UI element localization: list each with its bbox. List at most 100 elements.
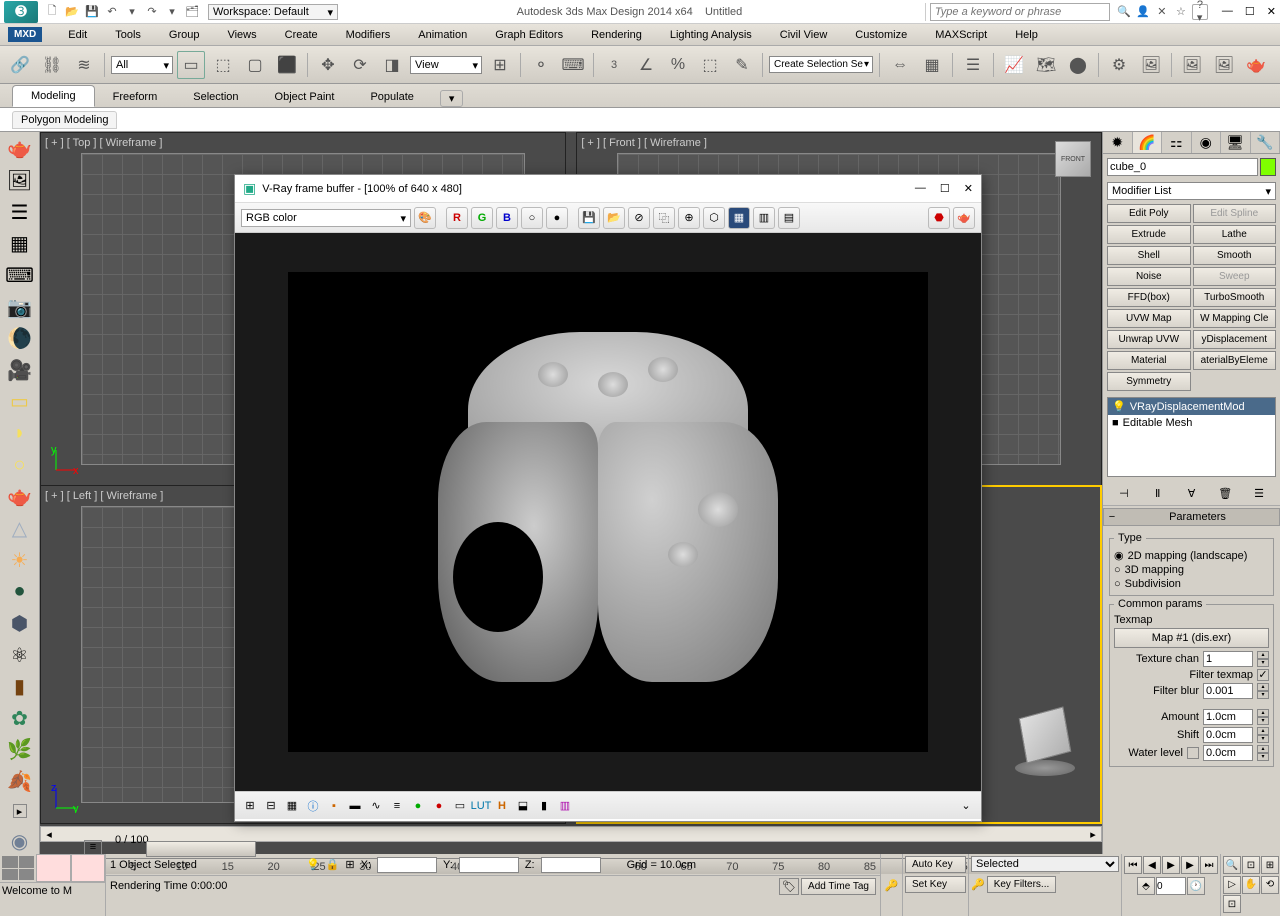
coin-icon[interactable]: ◉ [6,828,34,854]
render-iterative-icon[interactable]: 🖼 [1210,51,1238,79]
tab-modify-icon[interactable]: 🌈 [1133,132,1163,153]
material-editor-icon[interactable]: ⬤ [1064,51,1092,79]
set-key-button[interactable]: Set Key [905,876,966,893]
project-icon[interactable]: 🗂 [184,4,200,20]
modifier-button-turbosmooth[interactable]: TurboSmooth [1193,288,1277,307]
vfb-duplicate-icon[interactable]: ⿻ [653,207,675,229]
percent-snap-icon[interactable]: % [664,51,692,79]
vfb-green-channel-button[interactable]: G [471,207,493,229]
radio-subdivision[interactable]: ○Subdivision [1114,577,1269,591]
vfb-cc-levels-icon[interactable]: ▬ [346,797,364,815]
vfb-cc-red-icon[interactable]: ● [430,797,448,815]
filter-blur-spinner[interactable]: 0.001 [1203,683,1253,699]
filter-texmap-checkbox[interactable]: ✓ [1257,669,1269,681]
vfb-mono-icon[interactable]: ● [546,207,568,229]
vfb-stop-icon[interactable]: ⬣ [928,207,950,229]
menu-maxscript[interactable]: MAXScript [921,29,1001,41]
vfb-region-icon[interactable]: ⊕ [678,207,700,229]
plant-icon[interactable]: 🌿 [6,737,34,763]
vfb-close-button[interactable]: ✕ [964,182,973,195]
undo-icon[interactable]: ↶ [104,4,120,20]
select-manipulate-icon[interactable]: ⚬ [527,51,555,79]
molecule-icon[interactable]: ⚛ [6,642,34,668]
render-setup-icon[interactable]: ⚙ [1105,51,1133,79]
list-icon[interactable]: ☰ [6,199,34,225]
window-crossing-icon[interactable]: ⬛ [273,51,301,79]
viewport-layout-icon[interactable] [0,854,36,882]
menu-help[interactable]: Help [1001,29,1052,41]
texmap-button[interactable]: Map #1 (dis.exr) [1114,628,1269,648]
scroll-left-icon[interactable]: ◂ [41,828,57,841]
sun-icon[interactable]: ☀ [6,547,34,573]
play-icon[interactable]: ▶ [1162,856,1180,874]
prev-frame-icon[interactable]: ◀ [1143,856,1161,874]
gear-icon[interactable]: ✿ [6,706,34,732]
spinner-buttons[interactable]: ▴▾ [1257,651,1269,667]
add-time-tag-button[interactable]: Add Time Tag [801,878,876,895]
modifier-button-uvw-map[interactable]: UVW Map [1107,309,1191,328]
vfb-link-pdplayer-icon[interactable]: ▦ [728,207,750,229]
menu-edit[interactable]: Edit [54,29,101,41]
use-pivot-icon[interactable]: ⊞ [486,51,514,79]
redo-icon[interactable]: ↷ [144,4,160,20]
edit-named-sel-icon[interactable]: ✎ [728,51,756,79]
spinner-buttons[interactable]: ▴▾ [1257,745,1269,761]
tab-modeling[interactable]: Modeling [12,85,95,107]
vfb-cc-exposure-icon[interactable]: ≡ [388,797,406,815]
tab-selection[interactable]: Selection [175,87,256,107]
vfb-grid3-icon[interactable]: ▦ [283,797,301,815]
show-end-icon[interactable]: Ⅱ [1148,483,1168,503]
modifier-button-aterialbyeleme[interactable]: aterialByEleme [1193,351,1277,370]
spinner-buttons[interactable]: ▴▾ [1257,683,1269,699]
selection-filter-dropdown[interactable]: All [111,56,173,74]
time-tag-icon[interactable]: 🏷 [779,878,799,895]
teapot-icon[interactable]: 🫖 [6,136,34,162]
menu-views[interactable]: Views [213,29,270,41]
open-icon[interactable]: 📂 [64,4,80,20]
keyboard-shortcut-icon[interactable]: ⌨ [559,51,587,79]
reference-system-dropdown[interactable]: View [410,56,482,74]
minimize-button[interactable]: — [1222,5,1233,18]
redo-dd-icon[interactable]: ▾ [164,4,180,20]
modifier-button-unwrap-uvw[interactable]: Unwrap UVW [1107,330,1191,349]
radio-2d-mapping[interactable]: ◉2D mapping (landscape) [1114,548,1269,563]
zoom-all-icon[interactable]: ⊡ [1242,856,1260,874]
bind-spacewarp-icon[interactable]: ≋ [70,51,98,79]
vfb-history-icon[interactable]: ▤ [778,207,800,229]
orbit-icon[interactable]: ⟲ [1261,876,1279,894]
vfb-titlebar[interactable]: ▣ V-Ray frame buffer - [100% of 640 x 48… [235,175,981,203]
hex-grid-icon[interactable]: ⬢ [6,611,34,637]
lock-selection-icon[interactable]: 🔒 [326,858,340,871]
vfb-rgb-icon[interactable]: 🎨 [414,207,436,229]
lock-icon[interactable]: 💡 [306,858,320,871]
tab-motion-icon[interactable]: ◉ [1192,132,1222,153]
binoculars-icon[interactable]: 🔍 [1116,4,1132,20]
modifier-button-ffd-box-[interactable]: FFD(box) [1107,288,1191,307]
leaf-icon[interactable]: 🍂 [6,769,34,795]
vfb-clear-icon[interactable]: ⊘ [628,207,650,229]
object-name-input[interactable] [1107,158,1258,176]
app-logo-icon[interactable]: ➌ [4,1,38,23]
mirror-icon[interactable]: ⇔ [886,51,914,79]
curve-editor-icon[interactable]: 📈 [1000,51,1028,79]
modifier-button-shell[interactable]: Shell [1107,246,1191,265]
amount-spinner[interactable]: 1.0cm [1203,709,1253,725]
modifier-list-dropdown[interactable]: Modifier List [1107,182,1276,200]
align-icon[interactable]: ▦ [918,51,946,79]
render-prod-icon[interactable]: 🖼 [1178,51,1206,79]
z-coord-input[interactable] [541,857,601,873]
water-level-checkbox[interactable] [1187,747,1199,759]
modifier-button-smooth[interactable]: Smooth [1193,246,1277,265]
moon-icon[interactable]: 🌘 [6,326,34,352]
vfb-h-icon[interactable]: H [493,797,511,815]
menu-civil-view[interactable]: Civil View [766,29,841,41]
max-toggle-icon[interactable]: ⊡ [1223,895,1241,913]
exchange-icon[interactable]: ✕ [1154,4,1170,20]
menu-rendering[interactable]: Rendering [577,29,656,41]
vfb-grid1-icon[interactable]: ⊞ [241,797,259,815]
vfb-cc-green-icon[interactable]: ● [409,797,427,815]
palette-expand-icon[interactable]: ▸ [13,804,27,818]
keyboard-icon[interactable]: ⌨ [6,263,34,289]
new-icon[interactable]: 🗋 [44,4,60,20]
picture-icon[interactable]: 🖼 [6,168,34,194]
